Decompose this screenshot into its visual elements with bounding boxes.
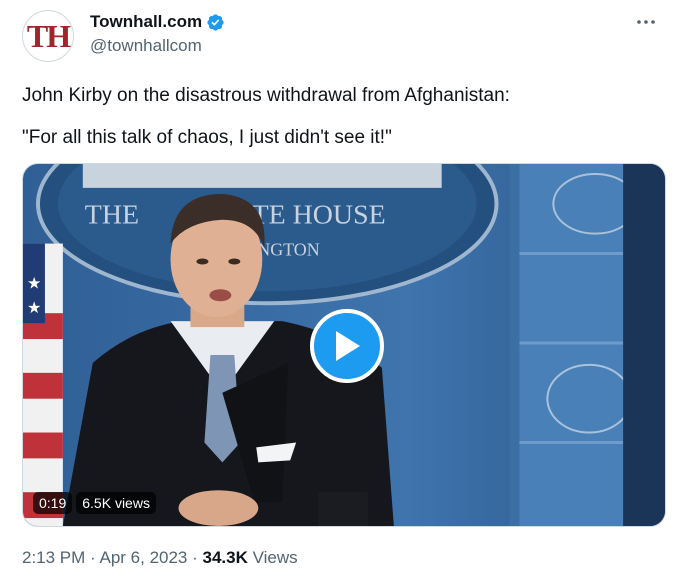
verified-badge-icon [207, 13, 224, 31]
play-icon [336, 331, 360, 361]
tweet-meta: 2:13 PM · Apr 6, 2023 · 34.3K Views [22, 548, 298, 568]
tweet-text-line-1: John Kirby on the disastrous withdrawal … [22, 85, 510, 106]
avatar-logo-text: TH [26, 17, 71, 54]
video-stats: 0:19 6.5K views [33, 492, 156, 514]
author-handle[interactable]: @townhallcom [90, 36, 202, 56]
view-count: 34.3K [202, 548, 248, 567]
meta-separator: · [85, 548, 100, 567]
tweet-text: John Kirby on the disastrous withdrawal … [22, 84, 652, 150]
tweet-date[interactable]: Apr 6, 2023 [99, 548, 187, 567]
seal-text-sub: NGTON [257, 240, 319, 260]
seal-text-left: THE [85, 200, 139, 231]
more-options-icon[interactable] [634, 12, 658, 32]
author-name-row: Townhall.com [90, 12, 225, 32]
video-player[interactable]: THE ITE HOUSE NGTON ★ ★ 0:19 6.5K views [22, 163, 666, 527]
play-button[interactable] [310, 309, 384, 383]
tweet-time[interactable]: 2:13 PM [22, 548, 85, 567]
avatar[interactable]: TH [22, 10, 74, 62]
svg-text:★: ★ [27, 300, 41, 317]
author-display-name[interactable]: Townhall.com [90, 12, 202, 32]
meta-separator: · [187, 548, 203, 567]
video-views: 6.5K views [76, 492, 156, 514]
seal-text-right: ITE HOUSE [242, 200, 385, 231]
svg-text:★: ★ [27, 275, 41, 292]
tweet-text-line-2: "For all this talk of chaos, I just didn… [22, 127, 392, 148]
view-label: Views [247, 548, 298, 567]
video-duration: 0:19 [33, 492, 73, 514]
